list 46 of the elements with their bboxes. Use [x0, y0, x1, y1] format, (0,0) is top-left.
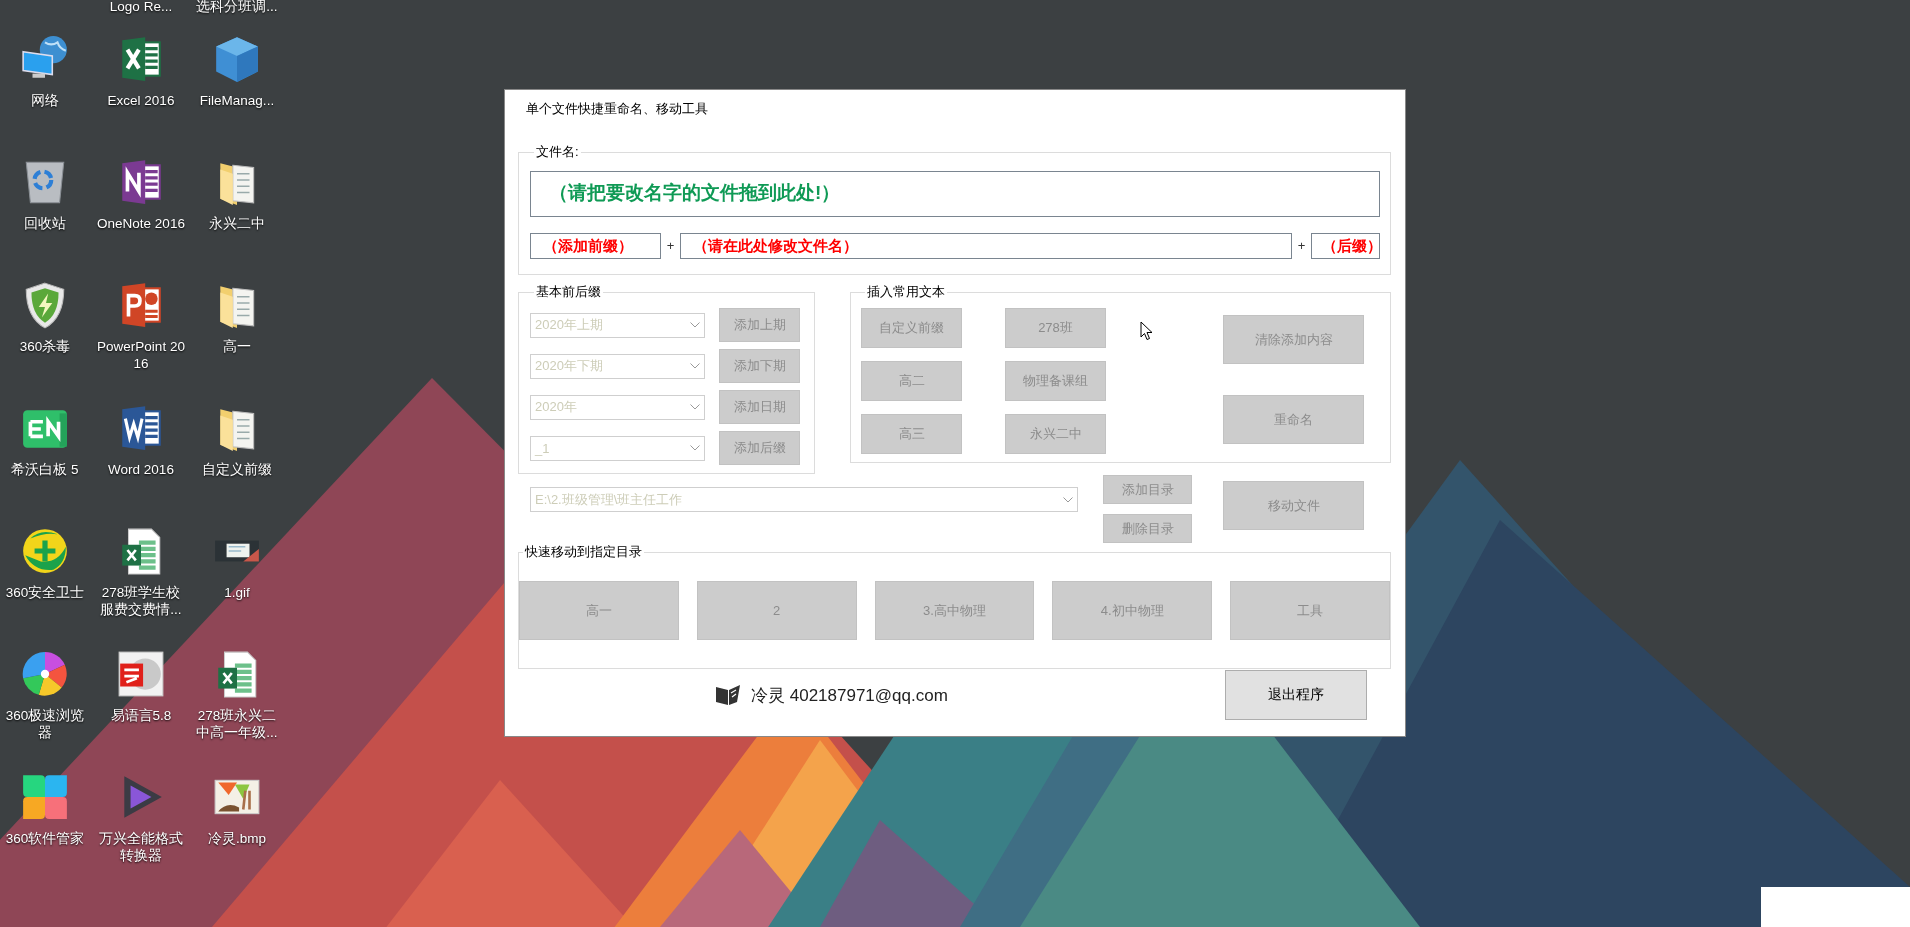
petals-icon[interactable]: [20, 772, 70, 822]
icon-label: 回收站: [24, 215, 66, 232]
plus-sign: +: [1296, 237, 1307, 255]
chevron-down-icon: [690, 404, 700, 410]
icon-label: 360安全卫士: [5, 584, 85, 601]
icon-label: 360极速浏览器: [4, 707, 86, 741]
icon-label: 278班学生校服费交费情...: [99, 584, 183, 618]
icon-label: 永兴二中: [209, 215, 265, 232]
drop-field[interactable]: （请把要改名字的文件拖到此处!）: [530, 171, 1380, 217]
name-field[interactable]: （请在此处修改文件名）: [680, 233, 1292, 259]
icon-label: 选科分班调...: [196, 0, 278, 14]
prefix-field[interactable]: （添加前缀）: [530, 233, 661, 259]
icon-label: 希沃白板 5: [11, 461, 79, 478]
icon-label: Excel 2016: [107, 92, 175, 109]
icon-label: 易语言5.8: [110, 707, 172, 724]
icon-label: 万兴全能格式转换器: [98, 830, 184, 864]
icon-label: 1.gif: [224, 584, 250, 601]
icon-label: Word 2016: [108, 461, 174, 478]
group-label: 插入常用文本: [866, 283, 946, 301]
icon-label: PowerPoint 2016: [97, 338, 185, 372]
window-title: 单个文件快捷重命名、移动工具: [525, 101, 709, 117]
icon-label: 网络: [31, 92, 59, 109]
icon-label: 360软件管家: [5, 830, 85, 847]
seal-icon[interactable]: [116, 649, 166, 699]
group-label: 文件名:: [535, 143, 580, 161]
plus-sign: +: [665, 237, 676, 255]
icon-label: OneNote 2016: [97, 215, 185, 232]
group-label: 基本前后缀: [535, 283, 602, 301]
chevron-down-icon: [690, 363, 700, 369]
plus-circle-icon[interactable]: [20, 526, 70, 576]
chevron-down-icon: [690, 445, 700, 451]
chevron-down-icon: [1063, 496, 1073, 503]
chevron-down-icon: [690, 322, 700, 328]
icon-label: 高一: [223, 338, 251, 355]
icon-label: 278班永兴二中高一年级...: [195, 707, 279, 741]
icon-label: Logo Re...: [109, 0, 173, 14]
author-credit: 冷灵 402187971@qq.com: [751, 684, 948, 707]
group-label: 快速移动到指定目录: [524, 543, 643, 561]
icon-label: FileManag...: [199, 92, 275, 109]
icon-label: 自定义前缀: [202, 461, 272, 478]
suffix-field[interactable]: （后缀）: [1311, 233, 1380, 259]
logo-icon: [715, 684, 741, 706]
icon-label: 360杀毒: [19, 338, 71, 355]
exit-button[interactable]: 退出程序: [1225, 670, 1367, 720]
cursor-icon: [1140, 321, 1153, 341]
icon-label: 冷灵.bmp: [208, 830, 266, 847]
